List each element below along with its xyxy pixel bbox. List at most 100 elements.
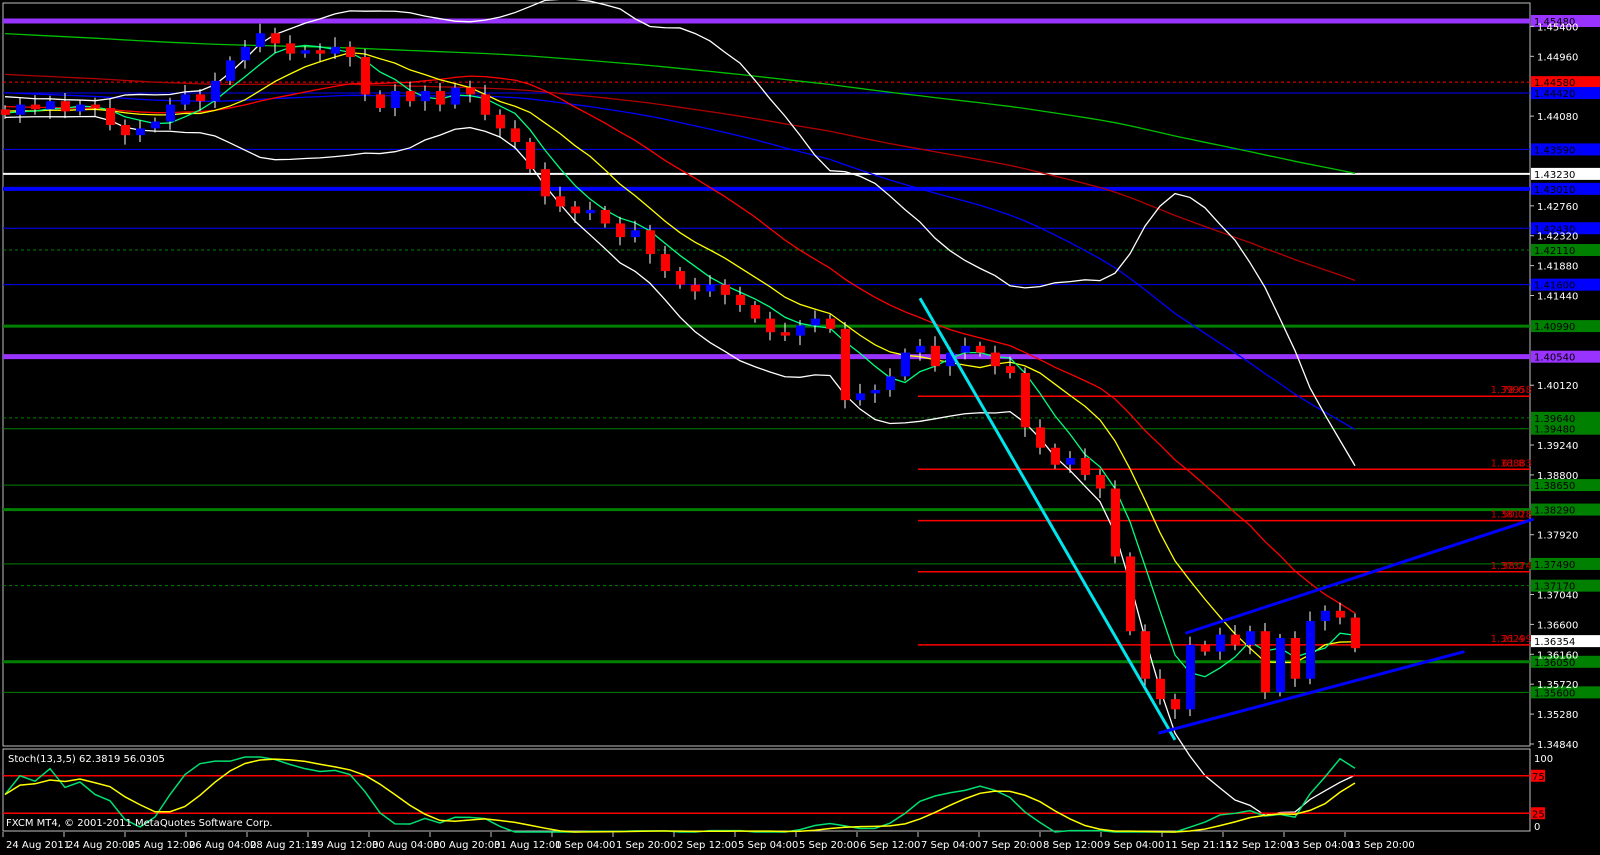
level-price-label: 1.43230 [1534,170,1575,181]
bear-candle [526,141,535,170]
candles [1,23,1360,719]
bear-candle [31,104,40,110]
time-label: 13 Sep 04:00 [1287,840,1354,851]
time-label: 25 Aug 12:00 [128,840,195,851]
bear-candle [601,209,610,224]
bear-candle [736,294,745,306]
time-label: 30 Aug 20:00 [433,840,500,851]
bull-candle [451,87,460,105]
bear-candle [616,223,625,238]
bull-candle [76,104,85,112]
bear-candle [511,128,520,142]
price-tick-label: 1.42760 [1537,202,1578,213]
bear-candle [976,345,985,353]
price-chart[interactable]: 78.61.3995861.81.3888350.01.3812838.21.3… [0,0,1600,855]
price-tick-label: 1.44080 [1537,112,1578,123]
time-label: 8 Sep 12:00 [1043,840,1103,851]
bull-candle [421,90,430,102]
bull-candle [331,46,340,54]
bear-candle [826,318,835,329]
bear-candle [931,345,940,367]
bear-candle [1156,678,1165,700]
bull-candle [631,230,640,238]
bear-candle [406,90,415,102]
stoch-level-label: 75 [1532,772,1545,783]
time-label: 5 Sep 20:00 [799,840,859,851]
level-price-label: 1.41600 [1534,281,1575,292]
bear-candle [661,254,670,272]
price-tick-label: 1.37920 [1537,531,1578,542]
bear-candle [106,107,115,125]
price-tick-label: 1.36160 [1537,650,1578,661]
price-tick-label: 1.38800 [1537,471,1578,482]
bull-candle [226,60,235,81]
bull-candle [871,389,880,394]
time-label: 30 Aug 04:00 [372,840,439,851]
price-tick-label: 1.39240 [1537,441,1578,452]
price-tick-label: 1.37040 [1537,591,1578,602]
bull-candle [46,101,55,110]
bear-candle [286,43,295,54]
bull-candle [811,318,820,326]
time-label: 31 Aug 12:00 [494,840,561,851]
stoch-axis-0: 0 [1534,822,1540,833]
bull-candle [211,80,220,102]
bear-candle [121,124,130,136]
price-tick-label: 1.35720 [1537,680,1578,691]
ma-5-line [4,44,1356,678]
bull-candle [856,393,865,401]
bear-candle [466,87,475,95]
bull-candle [961,345,970,353]
bull-candle [1186,644,1195,710]
moving-averages [4,0,1356,816]
price-tick-label: 1.45400 [1537,22,1578,33]
bear-candle [1126,556,1135,632]
level-price-label: 1.40990 [1534,322,1575,333]
bull-candle [796,325,805,336]
bear-candle [541,169,550,197]
bear-candle [721,284,730,295]
time-label: 24 Aug 20:00 [67,840,134,851]
price-tick-label: 1.34840 [1537,740,1578,751]
bear-candle [91,104,100,108]
bull-candle [1321,610,1330,622]
time-label: 1 Sep 04:00 [555,840,615,851]
bull-candle [706,284,715,292]
time-label: 29 Aug 12:00 [311,840,378,851]
bear-candle [571,206,580,214]
main-pane-border [2,2,1531,747]
bear-candle [436,90,445,105]
time-label: 12 Sep 12:00 [1226,840,1293,851]
bear-candle [1006,366,1015,373]
price-tick-label: 1.41440 [1537,292,1578,303]
horizontal-levels [3,18,1530,693]
bull-candle [166,104,175,122]
stoch-axis-100: 100 [1534,754,1553,765]
trendline [1185,517,1534,635]
time-label: 26 Aug 04:00 [189,840,256,851]
bull-candle [16,104,25,115]
level-price-label: 1.42110 [1534,246,1575,257]
bear-candle [646,230,655,255]
level-price-label: 1.40540 [1534,353,1575,364]
level-price-label: 1.38290 [1534,506,1575,517]
bear-candle [556,196,565,207]
bear-candle [346,46,355,58]
bull-candle [886,376,895,390]
time-label: 9 Sep 04:00 [1104,840,1164,851]
bull-candle [241,46,250,61]
bull-candle [1066,457,1075,465]
time-axis: 24 Aug 201124 Aug 20:0025 Aug 12:0026 Au… [2,832,1415,851]
time-label: 24 Aug 2011 [6,840,70,851]
bear-candle [316,50,325,54]
time-label: 5 Sep 04:00 [738,840,798,851]
bear-candle [1351,617,1360,649]
bear-candle [61,101,70,112]
ma-21-line [4,75,1356,614]
bull-candle [136,128,145,136]
stoch-label: Stoch(13,3,5) 62.3819 56.0305 [8,754,165,765]
level-price-label: 1.43010 [1534,185,1575,196]
bull-candle [1276,637,1285,693]
price-tick-label: 1.44960 [1537,52,1578,63]
time-label: 7 Sep 04:00 [921,840,981,851]
